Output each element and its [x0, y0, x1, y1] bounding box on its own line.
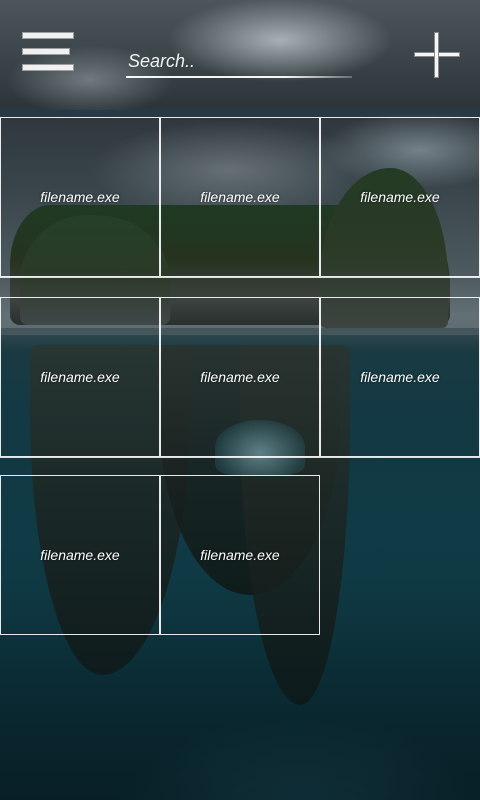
file-name: filename.exe [360, 369, 440, 385]
hamburger-menu-icon-bottom-bar [22, 64, 74, 71]
menu-button[interactable] [20, 30, 78, 80]
file-tile[interactable]: filename.exe [320, 297, 480, 457]
file-name: filename.exe [200, 369, 280, 385]
file-tile[interactable]: filename.exe [160, 117, 320, 277]
file-name: filename.exe [40, 369, 120, 385]
search-input[interactable] [126, 46, 352, 76]
file-name: filename.exe [200, 189, 280, 205]
grid-divider [0, 457, 480, 458]
hamburger-menu-icon-middle-bar [22, 48, 70, 55]
top-bar-divider [0, 110, 480, 116]
search-underline [126, 76, 352, 78]
file-tile[interactable]: filename.exe [0, 297, 160, 457]
file-name: filename.exe [40, 547, 120, 563]
file-name: filename.exe [200, 547, 280, 563]
plus-icon-vertical-stroke [434, 32, 439, 78]
file-tile[interactable]: filename.exe [160, 297, 320, 457]
file-tile[interactable]: filename.exe [160, 475, 320, 635]
top-bar [0, 0, 480, 110]
deep-water-fade [0, 620, 480, 800]
file-tile[interactable]: filename.exe [0, 475, 160, 635]
hamburger-menu-icon [22, 32, 74, 39]
search-box [126, 46, 352, 80]
file-tile[interactable]: filename.exe [320, 117, 480, 277]
grid-divider [0, 277, 480, 278]
file-name: filename.exe [40, 189, 120, 205]
file-name: filename.exe [360, 189, 440, 205]
add-button[interactable] [414, 32, 460, 78]
file-tile[interactable]: filename.exe [0, 117, 160, 277]
